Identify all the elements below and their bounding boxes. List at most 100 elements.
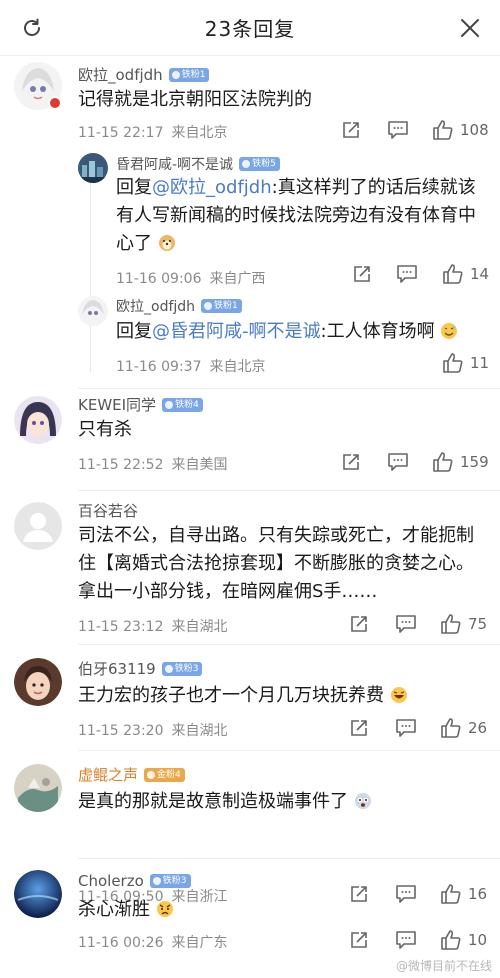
comment-button[interactable]	[387, 452, 409, 472]
comment-icon	[396, 931, 416, 949]
comment-button[interactable]	[395, 614, 417, 634]
share-button[interactable]	[349, 718, 369, 738]
username[interactable]: 欧拉_odfjdh 铁粉1	[78, 64, 210, 85]
share-icon	[351, 616, 367, 632]
share-button[interactable]	[341, 120, 361, 140]
sweat-smile-emoji-icon	[441, 323, 458, 339]
thumbs-up-icon	[443, 353, 463, 373]
close-button[interactable]	[452, 10, 488, 46]
share-icon	[351, 720, 367, 736]
thumbs-up-icon	[433, 120, 453, 140]
divider	[78, 858, 500, 859]
reply-meta: 11-16 09:37 来自北京	[116, 359, 266, 375]
like-count: 11	[470, 354, 490, 372]
reply-meta: 11-16 09:06 来自广西	[116, 271, 266, 287]
username[interactable]: 欧拉_odfjdh 铁粉1	[116, 296, 242, 316]
fan-badge: 铁粉3	[149, 874, 191, 888]
like-button[interactable]: 26	[440, 717, 487, 739]
avatar[interactable]	[14, 396, 62, 444]
avatar[interactable]	[14, 502, 62, 550]
comment-item: 欧拉_odfjdh 铁粉1 记得就是北京朝阳区法院判的 11-15 22:17 来…	[0, 56, 500, 386]
share-icon	[351, 932, 367, 948]
comment-text: 王力宏的孩子也才一个月几万块抚养费	[78, 682, 478, 710]
reply-header: 23条回复	[0, 0, 500, 56]
refresh-icon	[24, 18, 40, 36]
comment-item: KEWEI同学 铁粉4 只有杀 11-15 22:52 来自美国 159	[0, 390, 500, 490]
comment-icon	[396, 615, 416, 633]
comment-icon	[397, 265, 417, 283]
comment-text: 是真的那就是故意制造极端事件了	[78, 788, 478, 816]
comment-item: 百谷若谷 司法不公，自寻出路。只有失踪或死亡，才能扼制住【离婚式合法抢掠套现】不…	[0, 492, 500, 640]
comment-icon	[388, 121, 408, 139]
comment-button[interactable]	[387, 120, 409, 140]
fan-badge: 铁粉4	[162, 397, 203, 412]
comment-meta: 11-15 22:52 来自美国	[78, 457, 228, 473]
like-button[interactable]: 10	[440, 929, 487, 951]
comment-item: 伯牙63119 铁粉3 王力宏的孩子也才一个月几万块抚养费 11-15 23:2…	[0, 646, 500, 750]
gold-fan-badge: 金粉4	[144, 767, 185, 782]
scared-emoji-icon	[354, 793, 371, 809]
like-button[interactable]: 11	[442, 352, 489, 374]
like-button[interactable]: 159	[432, 451, 489, 473]
angry-face-emoji-icon	[156, 901, 173, 917]
fan-badge: 铁粉5	[239, 157, 280, 171]
avatar[interactable]	[14, 870, 62, 918]
like-count: 14	[470, 265, 490, 283]
username[interactable]: 昏君阿咸-啊不是诚 铁粉5	[116, 154, 280, 174]
divider	[78, 388, 500, 389]
username[interactable]: KEWEI同学 铁粉4	[78, 394, 203, 415]
comment-button[interactable]	[395, 718, 417, 738]
laughing-emoji-icon	[390, 687, 407, 703]
username[interactable]: 伯牙63119 铁粉3	[78, 658, 203, 679]
like-count: 108	[460, 121, 489, 139]
close-icon	[461, 19, 479, 37]
like-count: 26	[468, 719, 488, 737]
divider	[78, 490, 500, 491]
username[interactable]: 虚鲲之声 金粉4	[78, 764, 185, 785]
thumbs-up-icon	[433, 452, 453, 472]
mention-link[interactable]: @昏君阿咸-啊不是诚	[152, 321, 321, 342]
comment-meta: 11-15 22:17 来自北京	[78, 125, 228, 141]
comment-text: 杀心渐胜	[78, 896, 478, 924]
mention-link[interactable]: @欧拉_odfjdh	[152, 177, 272, 198]
watermark: @微博目前不在线	[395, 959, 492, 973]
thumbs-up-icon	[443, 264, 463, 284]
fan-badge: 铁粉1	[168, 67, 210, 82]
share-icon	[343, 454, 359, 470]
like-button[interactable]: 108	[432, 119, 489, 141]
thumbs-up-icon	[441, 930, 461, 950]
comment-meta: 11-15 23:20 来自湖北	[78, 723, 228, 739]
like-count: 159	[460, 453, 489, 471]
comment-icon	[388, 453, 408, 471]
share-button[interactable]	[349, 930, 369, 950]
fan-badge: 铁粉1	[201, 299, 242, 313]
avatar[interactable]	[14, 658, 62, 706]
comment-button[interactable]	[395, 930, 417, 950]
comment-text: 司法不公，自寻出路。只有失踪或死亡，才能扼制住【离婚式合法抢掠套现】不断膨胀的贪…	[78, 525, 474, 602]
avatar[interactable]	[78, 296, 108, 326]
comment-meta: 11-16 00:26 来自广东	[78, 935, 228, 951]
share-button[interactable]	[341, 452, 361, 472]
like-count: 10	[468, 931, 488, 949]
refresh-button[interactable]	[14, 10, 50, 46]
dog-face-emoji-icon	[158, 235, 175, 251]
username[interactable]: Cholerzo 铁粉3	[78, 872, 191, 890]
like-button[interactable]: 75	[440, 613, 487, 635]
comment-icon	[396, 719, 416, 737]
thread-line	[90, 152, 91, 372]
reply-text: 回复@昏君阿咸-啊不是诚:工人体育场啊	[116, 318, 486, 346]
share-icon	[354, 266, 370, 282]
comment-list[interactable]: 欧拉_odfjdh 铁粉1 记得就是北京朝阳区法院判的 11-15 22:17 来…	[0, 56, 500, 978]
fan-badge: 铁粉3	[161, 661, 203, 676]
comment-button[interactable]	[396, 264, 418, 284]
avatar[interactable]	[14, 764, 62, 812]
thumbs-up-icon	[441, 614, 461, 634]
verified-badge-icon	[48, 96, 62, 110]
username[interactable]: 百谷若谷	[78, 500, 138, 521]
avatar[interactable]	[78, 153, 108, 183]
like-button[interactable]: 14	[442, 263, 489, 285]
share-icon	[343, 122, 359, 138]
comment-text: 只有杀	[78, 419, 132, 440]
share-button[interactable]	[352, 264, 372, 284]
share-button[interactable]	[349, 614, 369, 634]
